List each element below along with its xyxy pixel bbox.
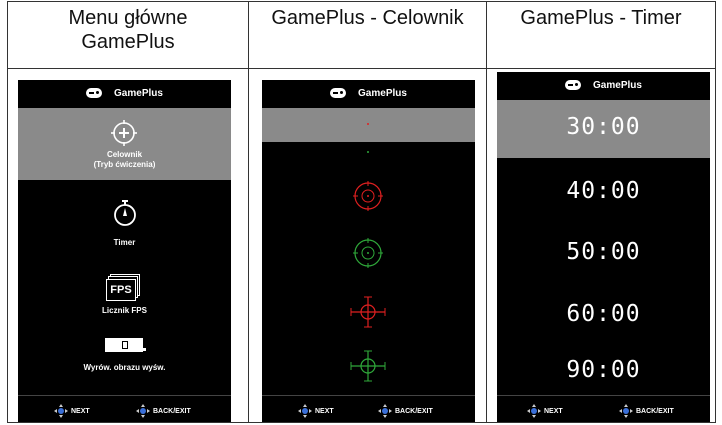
- back-exit-label: BACK/EXIT: [153, 407, 191, 415]
- green-dot-crosshair-icon[interactable]: [362, 146, 374, 158]
- timer-option-60[interactable]: 60:00: [497, 301, 710, 327]
- crosshair-icon: [111, 120, 137, 146]
- joystick-icon: [527, 404, 541, 418]
- panel-title: GamePlus: [18, 88, 231, 99]
- header-main-menu: Menu główne GamePlus: [8, 6, 248, 54]
- fps-icon-text: FPS: [106, 279, 136, 301]
- panel-title-text: GamePlus: [358, 88, 407, 99]
- back-exit-button[interactable]: BACK/EXIT: [136, 404, 191, 418]
- joystick-icon: [298, 404, 312, 418]
- fps-icon: FPS: [106, 274, 140, 301]
- panel-footer: NEXT BACK/EXIT: [18, 395, 231, 422]
- green-cross-crosshair-icon[interactable]: [348, 348, 388, 384]
- red-dot-crosshair-icon[interactable]: [362, 118, 374, 130]
- panel-title: GamePlus: [262, 88, 475, 99]
- menu-item-label: Timer: [113, 238, 136, 247]
- gamepad-icon: [86, 88, 103, 99]
- timer-option-30[interactable]: 30:00: [497, 114, 710, 140]
- panel-title-text: GamePlus: [593, 80, 642, 91]
- header-timer: GamePlus - Timer: [520, 7, 682, 29]
- display-align-icon: [105, 338, 146, 352]
- next-button[interactable]: NEXT: [527, 404, 563, 418]
- panel-title-text: GamePlus: [114, 88, 163, 99]
- stopwatch-icon: [114, 200, 136, 226]
- red-circle-crosshair-icon[interactable]: [350, 178, 386, 214]
- panel-title: GamePlus: [497, 80, 710, 91]
- red-cross-crosshair-icon[interactable]: [348, 294, 388, 330]
- gamepad-icon: [565, 80, 582, 91]
- column-divider: [486, 1, 487, 423]
- next-button[interactable]: NEXT: [298, 404, 334, 418]
- back-exit-button[interactable]: BACK/EXIT: [619, 404, 674, 418]
- header-line: Menu główne: [68, 7, 188, 29]
- gameplus-timer-panel: GamePlus 30:00 40:00 50:00 60:00 90:00 N…: [497, 72, 710, 422]
- joystick-icon: [136, 404, 150, 418]
- joystick-icon: [378, 404, 392, 418]
- panel-footer: NEXT BACK/EXIT: [262, 395, 475, 422]
- gameplus-main-menu-panel: GamePlus Celownik (Tryb ćwiczenia) Timer…: [18, 80, 231, 422]
- menu-item-label: Licznik FPS: [102, 306, 147, 315]
- next-button[interactable]: NEXT: [54, 404, 90, 418]
- joystick-icon: [54, 404, 68, 418]
- next-label: NEXT: [71, 407, 90, 415]
- timer-option-40[interactable]: 40:00: [497, 178, 710, 204]
- header-divider: [7, 68, 716, 69]
- timer-option-90[interactable]: 90:00: [497, 357, 710, 383]
- menu-item-label: Wyrów. obrazu wyśw.: [83, 363, 166, 372]
- header-line: GamePlus: [81, 31, 175, 53]
- joystick-icon: [619, 404, 633, 418]
- back-exit-label: BACK/EXIT: [636, 407, 674, 415]
- timer-option-50[interactable]: 50:00: [497, 239, 710, 265]
- gameplus-crosshair-panel: GamePlus NEXT BACK/EXIT: [262, 80, 475, 422]
- label-line: (Tryb ćwiczenia): [93, 160, 156, 169]
- menu-item-label: Celownik (Tryb ćwiczenia): [18, 150, 231, 170]
- next-label: NEXT: [315, 407, 334, 415]
- column-divider: [248, 1, 249, 423]
- green-circle-crosshair-icon[interactable]: [350, 235, 386, 271]
- back-exit-button[interactable]: BACK/EXIT: [378, 404, 433, 418]
- next-label: NEXT: [544, 407, 563, 415]
- header-crosshair: GamePlus - Celownik: [271, 7, 464, 29]
- label-line: Celownik: [106, 150, 143, 159]
- back-exit-label: BACK/EXIT: [395, 407, 433, 415]
- panel-footer: NEXT BACK/EXIT: [497, 395, 710, 422]
- gamepad-icon: [330, 88, 347, 99]
